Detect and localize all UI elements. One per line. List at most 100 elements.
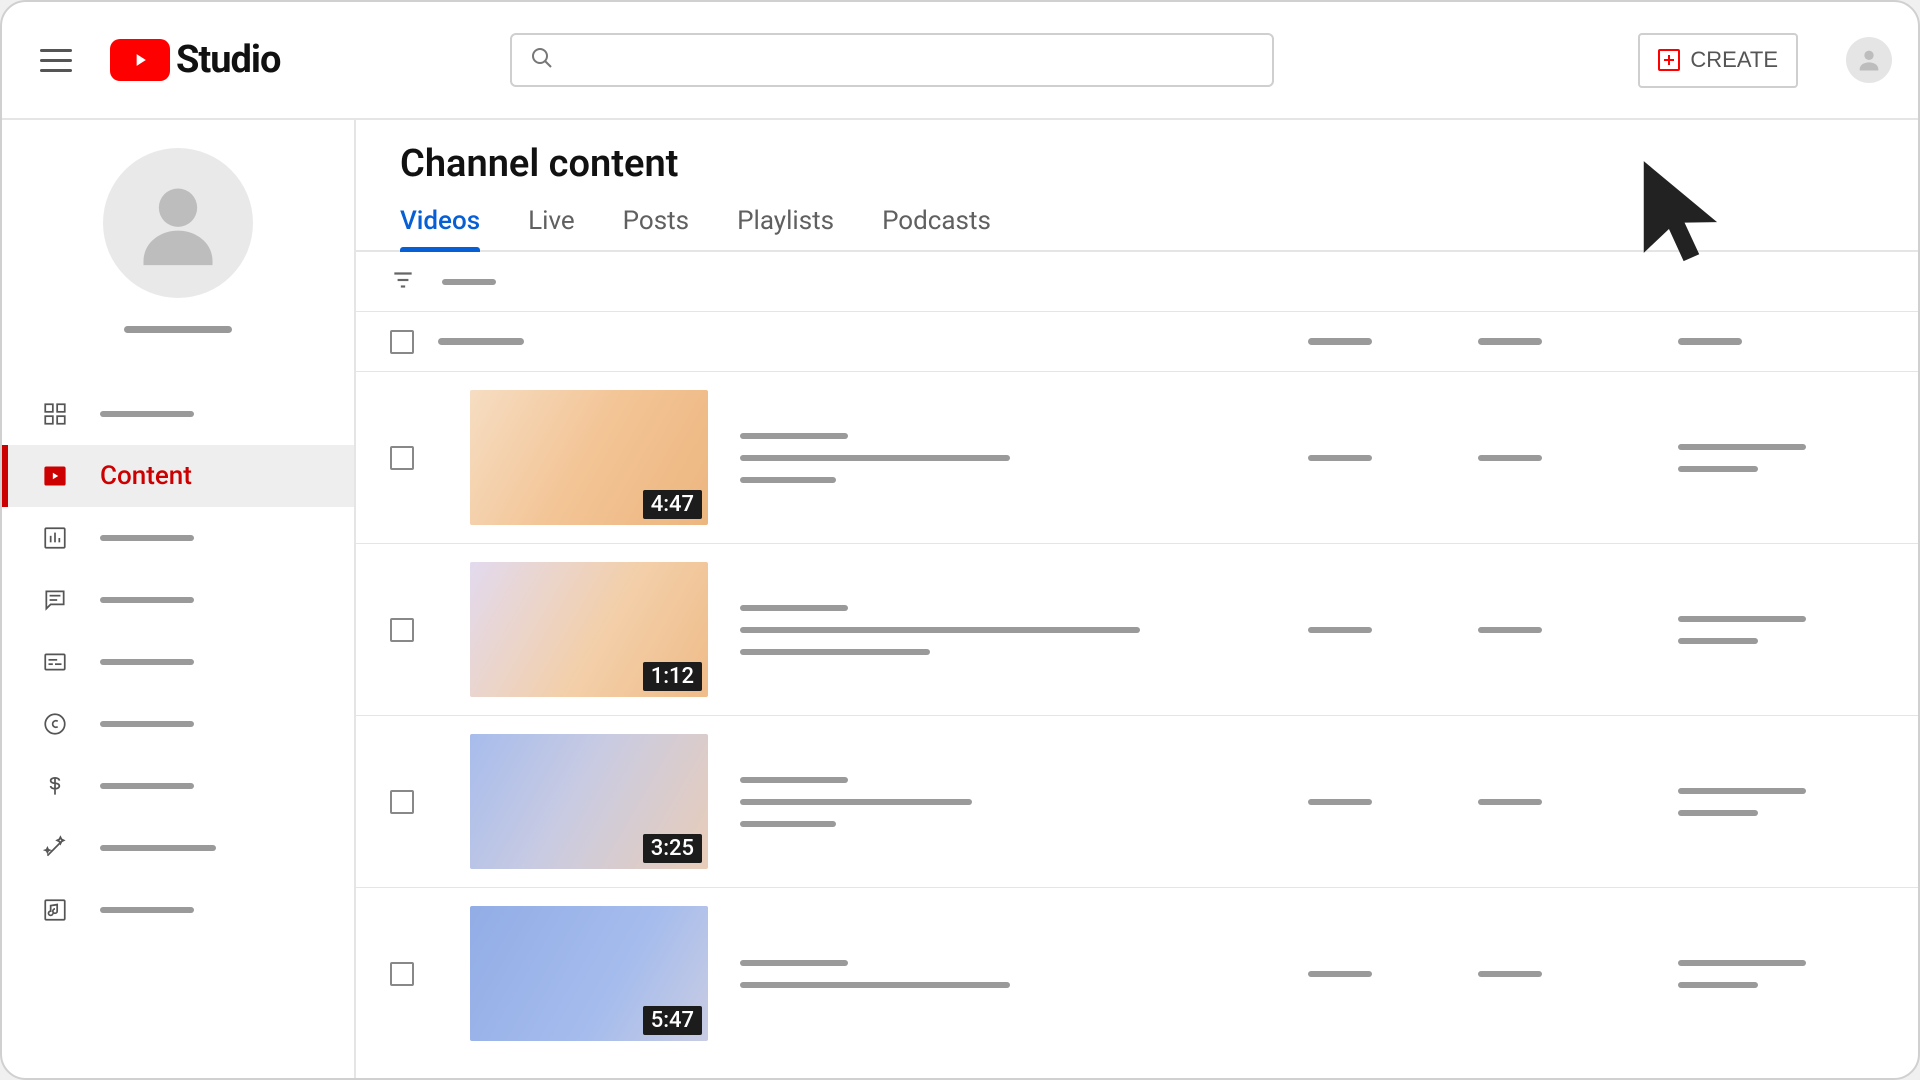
video-duration: 1:12 [643,662,702,691]
sidebar-item-content[interactable]: Content [2,445,354,507]
row-checkbox[interactable] [390,962,414,986]
subtitles-icon [40,649,70,675]
column-header-video [438,338,524,345]
tab-playlists[interactable]: Playlists [737,206,834,250]
video-thumbnail[interactable]: 1:12 [470,562,708,697]
sidebar-item-audio[interactable] [2,879,354,941]
body: Content [2,120,1918,1078]
sidebar-item-dashboard[interactable] [2,383,354,445]
video-title-placeholder [740,433,848,439]
video-title-placeholder [740,960,848,966]
table-header [356,312,1918,372]
cell-placeholder [1478,455,1542,461]
video-desc-placeholder [740,455,1010,461]
sidebar-item-subtitles[interactable] [2,631,354,693]
menu-button[interactable] [32,36,80,84]
copyright-icon [40,711,70,737]
sidebar-item-label [100,907,194,913]
video-thumbnail[interactable]: 3:25 [470,734,708,869]
cell-placeholder [1478,627,1542,633]
video-desc-placeholder [740,982,1010,988]
video-duration: 5:47 [643,1006,702,1035]
studio-window: Studio CREATE [0,0,1920,1080]
analytics-icon [40,525,70,551]
column-header-b [1478,338,1542,345]
audio-library-icon [40,897,70,923]
create-button[interactable]: CREATE [1638,33,1798,88]
video-duration: 3:25 [643,834,702,863]
search-box[interactable] [510,33,1274,87]
filter-placeholder[interactable] [442,279,496,285]
video-thumbnail[interactable]: 5:47 [470,906,708,1041]
magic-wand-icon [40,835,70,861]
tabs: Videos Live Posts Playlists Podcasts [356,206,1918,252]
sidebar-item-analytics[interactable] [2,507,354,569]
sidebar-item-label [100,535,194,541]
sidebar: Content [2,120,356,1078]
table-row[interactable]: 4:47 [356,372,1918,544]
video-duration: 4:47 [643,490,702,519]
tab-posts[interactable]: Posts [623,206,689,250]
column-header-c [1678,338,1742,345]
channel-avatar[interactable] [103,148,253,298]
tab-live[interactable]: Live [528,206,575,250]
sidebar-item-label [100,411,194,417]
table-row[interactable]: 5:47 [356,888,1918,1059]
table-row[interactable]: 3:25 [356,716,1918,888]
cell-placeholder [1678,638,1758,644]
sidebar-item-copyright[interactable] [2,693,354,755]
cell-placeholder [1678,788,1806,794]
filter-icon[interactable] [390,267,416,297]
video-meta [740,433,1308,483]
sidebar-item-label [100,845,216,851]
youtube-play-icon [110,39,170,81]
row-checkbox[interactable] [390,446,414,470]
column-header-a [1308,338,1372,345]
sidebar-item-label: Content [100,461,192,491]
tab-podcasts[interactable]: Podcasts [882,206,991,250]
sidebar-item-label [100,597,194,603]
video-subtext-placeholder [740,649,930,655]
studio-logo[interactable]: Studio [110,38,280,82]
channel-card [2,148,354,333]
select-all-checkbox[interactable] [390,330,414,354]
table-row[interactable]: 1:12 [356,544,1918,716]
cell-placeholder [1308,627,1372,633]
sidebar-item-customize[interactable] [2,817,354,879]
plus-icon [1658,49,1680,71]
video-title-placeholder [740,777,848,783]
sidebar-item-comments[interactable] [2,569,354,631]
cell-placeholder [1678,960,1806,966]
video-thumbnail[interactable]: 4:47 [470,390,708,525]
search-icon [530,46,554,74]
cell-placeholder [1478,799,1542,805]
video-rows: 4:47 [356,372,1918,1078]
row-checkbox[interactable] [390,790,414,814]
filter-row [356,252,1918,312]
video-meta [740,960,1308,988]
sidebar-item-label [100,783,194,789]
cell-placeholder [1678,982,1758,988]
cell-placeholder [1678,466,1758,472]
sidebar-item-earn[interactable] [2,755,354,817]
channel-name-placeholder [124,326,232,333]
sidebar-item-label [100,659,194,665]
comments-icon [40,587,70,613]
cell-placeholder [1308,799,1372,805]
video-desc-placeholder [740,799,972,805]
row-checkbox[interactable] [390,618,414,642]
cell-placeholder [1308,971,1372,977]
cell-placeholder [1478,971,1542,977]
video-title-placeholder [740,605,848,611]
cell-placeholder [1678,616,1806,622]
sidebar-item-label [100,721,194,727]
content-icon [40,463,70,489]
video-desc-placeholder [740,627,1140,633]
main: Channel content Videos Live Posts Playli… [356,120,1918,1078]
cell-placeholder [1678,810,1758,816]
search-input[interactable] [568,49,1254,72]
video-meta [740,605,1308,655]
tab-videos[interactable]: Videos [400,206,480,250]
page-title: Channel content [356,120,1918,206]
account-avatar[interactable] [1846,37,1892,83]
